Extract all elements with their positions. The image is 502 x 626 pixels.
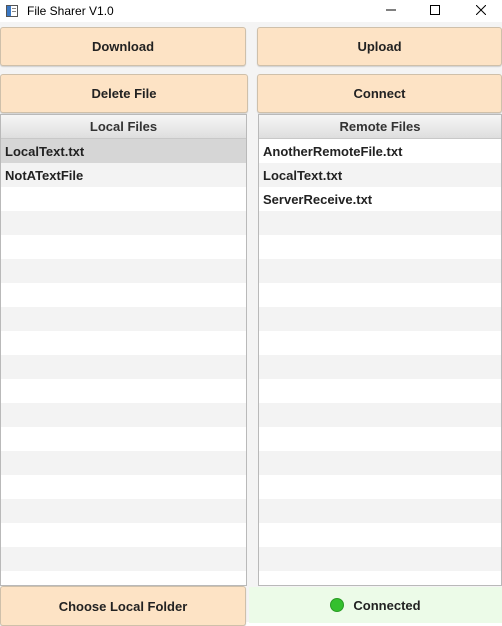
title-bar: File Sharer V1.0 [0,0,502,22]
empty-list-row [259,355,501,379]
empty-list-row [1,331,246,355]
download-button[interactable]: Download [0,27,246,66]
connection-status: Connected [249,587,502,623]
empty-list-row [259,499,501,523]
empty-list-row [259,571,501,585]
empty-list-row [1,379,246,403]
status-text: Connected [353,597,421,613]
empty-list-row [1,355,246,379]
list-item[interactable]: LocalText.txt [1,139,246,163]
remote-files-rows: AnotherRemoteFile.txt LocalText.txt Server… [259,139,501,585]
empty-list-row [259,475,501,499]
minimize-icon [386,2,396,20]
empty-list-row [1,571,246,585]
list-item[interactable]: LocalText.txt [259,163,501,187]
status-indicator-icon [330,598,345,612]
empty-list-row [1,499,246,523]
empty-list-row [259,547,501,571]
empty-list-row [1,403,246,427]
maximize-icon [430,2,440,20]
list-item[interactable]: NotATextFile [1,163,246,187]
remote-files-header: Remote Files [259,115,501,139]
delete-file-button[interactable]: Delete File [0,74,248,113]
empty-list-row [259,523,501,547]
empty-list-row [259,307,501,331]
choose-local-folder-button[interactable]: Choose Local Folder [0,586,246,626]
empty-list-row [259,211,501,235]
empty-list-row [1,451,246,475]
empty-list-row [1,427,246,451]
main-content: Download Upload Delete File Connect Loca… [0,22,502,626]
minimize-button[interactable] [368,0,414,22]
empty-list-row [1,187,246,211]
empty-list-row [1,523,246,547]
list-item[interactable]: AnotherRemoteFile.txt [259,139,501,163]
empty-list-row [1,475,246,499]
empty-list-row [259,427,501,451]
window-title: File Sharer V1.0 [27,4,114,18]
empty-list-row [1,547,246,571]
empty-list-row [1,211,246,235]
empty-list-row [259,283,501,307]
maximize-button[interactable] [412,0,458,22]
empty-list-row [259,379,501,403]
empty-list-row [259,235,501,259]
local-files-header: Local Files [1,115,246,139]
local-files-rows: LocalText.txt NotATextFile [1,139,246,585]
close-button[interactable] [458,0,502,22]
app-icon [6,4,18,17]
empty-list-row [259,331,501,355]
empty-list-row [259,259,501,283]
empty-list-row [1,259,246,283]
local-files-list[interactable]: Local Files LocalText.txt NotATextFile [0,114,247,586]
empty-list-row [1,307,246,331]
connect-button[interactable]: Connect [257,74,502,113]
close-icon [475,2,487,20]
upload-button[interactable]: Upload [257,27,502,66]
empty-list-row [259,451,501,475]
remote-files-list[interactable]: Remote Files AnotherRemoteFile.txt LocalT… [258,114,502,586]
empty-list-row [259,403,501,427]
empty-list-row [1,235,246,259]
empty-list-row [1,283,246,307]
list-item[interactable]: ServerReceive.txt [259,187,501,211]
